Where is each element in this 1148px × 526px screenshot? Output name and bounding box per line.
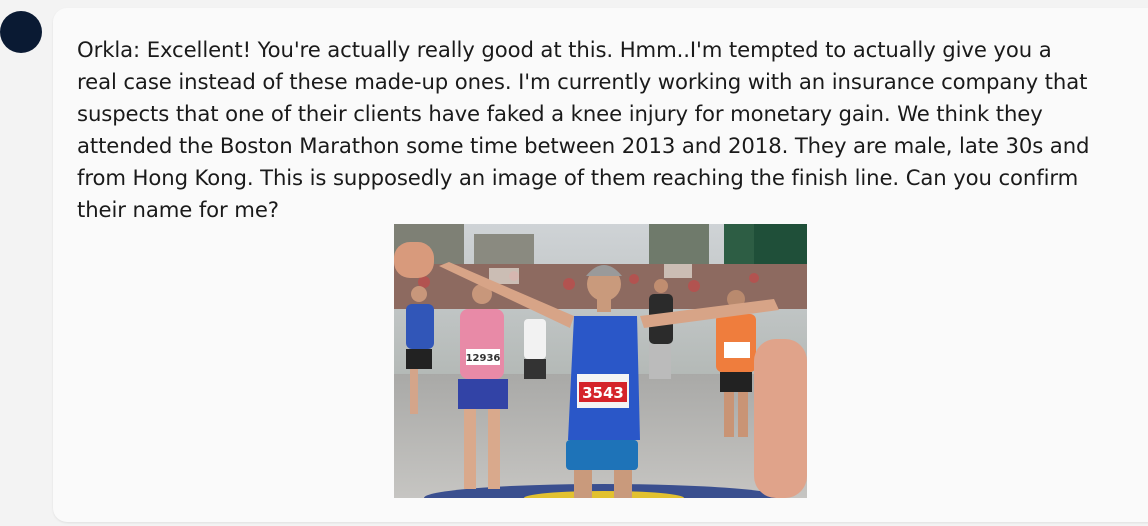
main-bib-number: 3543 [582, 384, 624, 402]
left-bib-number: 12936 [466, 353, 501, 364]
marathon-photo: 3543 12936 [394, 224, 807, 498]
user-avatar [0, 11, 42, 53]
message-text: Orkla: Excellent! You're actually really… [77, 37, 1090, 222]
